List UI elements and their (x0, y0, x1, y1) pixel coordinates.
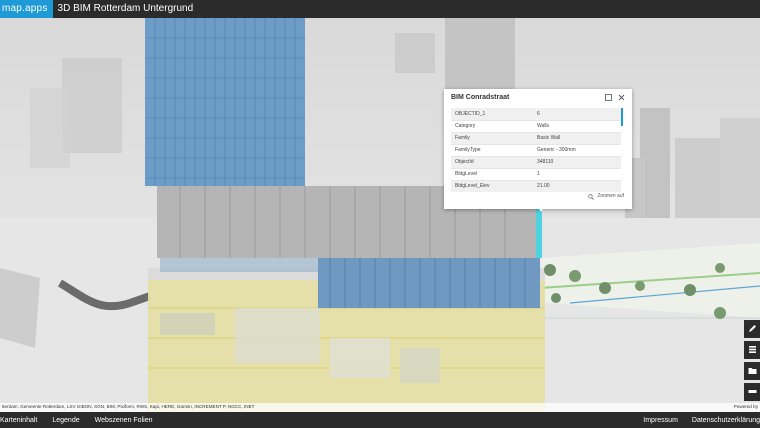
attribute-key: FamilyType (451, 144, 533, 157)
attribute-value: Basic Wall (533, 132, 621, 145)
app-footer: Karteninhalt Legende Webszenen Folien Im… (0, 412, 760, 428)
popup-header: BIM Conradstraat (444, 89, 632, 106)
popup-pointer (538, 207, 544, 212)
attribute-value: 348110 (533, 156, 621, 169)
scene-canvas (0, 18, 760, 412)
attribute-key: OBJECTID_1 (451, 108, 533, 121)
attribute-value: 1 (533, 168, 621, 181)
app-header: map.apps 3D BIM Rotterdam Untergrund (0, 0, 760, 18)
attribute-table: OBJECTID_1 6 Category Walls Family Basic… (451, 108, 621, 192)
popup-attribute-list[interactable]: OBJECTID_1 6 Category Walls Family Basic… (451, 108, 621, 192)
attribute-value: Generic - 300mm (533, 144, 621, 157)
table-row: OBJECTID_1 6 (451, 108, 621, 121)
zoom-to-link[interactable]: Zoomen auf (597, 193, 624, 199)
map-attribution: tterdam, Gemeente Rotterdam, LSV GIBON, … (0, 403, 760, 412)
folder-tool-button[interactable] (744, 362, 760, 380)
table-row: FamilyType Generic - 300mm (451, 144, 621, 157)
close-icon[interactable] (616, 93, 626, 103)
attribute-key: Category (451, 120, 533, 133)
footer-link-slides[interactable]: Webszenen Folien (95, 417, 153, 424)
app-title: 3D BIM Rotterdam Untergrund (57, 3, 194, 14)
3d-scene-view[interactable] (0, 18, 760, 412)
footer-link-imprint[interactable]: Impressum (643, 417, 678, 424)
app-logo[interactable]: map.apps (0, 0, 53, 18)
powered-by[interactable]: Powered by (734, 404, 758, 409)
right-toolbar (744, 320, 760, 404)
footer-link-privacy[interactable]: Datenschutzerklärung (692, 417, 760, 424)
footer-link-legend[interactable]: Legende (52, 417, 79, 424)
attribute-key: ObjectId (451, 156, 533, 169)
table-row: Family Basic Wall (451, 132, 621, 145)
table-row: ObjectId 348110 (451, 156, 621, 169)
table-row: Category Walls (451, 120, 621, 133)
measure-tool-button[interactable] (744, 383, 760, 401)
zoom-in-icon (588, 187, 595, 205)
popup-scrollbar[interactable] (621, 108, 623, 126)
attribute-key: BldgLevel (451, 168, 533, 181)
layers-tool-button[interactable] (744, 341, 760, 359)
attribution-text: tterdam, Gemeente Rotterdam, LSV GIBON, … (2, 404, 255, 409)
popup-title: BIM Conradstraat (451, 94, 510, 101)
maximize-icon[interactable] (603, 93, 613, 103)
folder-icon (748, 362, 757, 380)
draw-tool-button[interactable] (744, 320, 760, 338)
attribute-key: Family (451, 132, 533, 145)
feature-popup: BIM Conradstraat OBJECTID_1 6 Category W… (444, 89, 632, 209)
footer-link-toc[interactable]: Karteninhalt (0, 417, 37, 424)
table-row: BldgLevel 1 (451, 168, 621, 181)
layers-icon (748, 341, 757, 359)
popup-footer[interactable]: Zoomen auf (444, 187, 632, 205)
measure-icon (748, 383, 757, 401)
attribute-value: Walls (533, 120, 621, 133)
attribute-value: 6 (533, 108, 621, 121)
pencil-icon (748, 320, 757, 338)
